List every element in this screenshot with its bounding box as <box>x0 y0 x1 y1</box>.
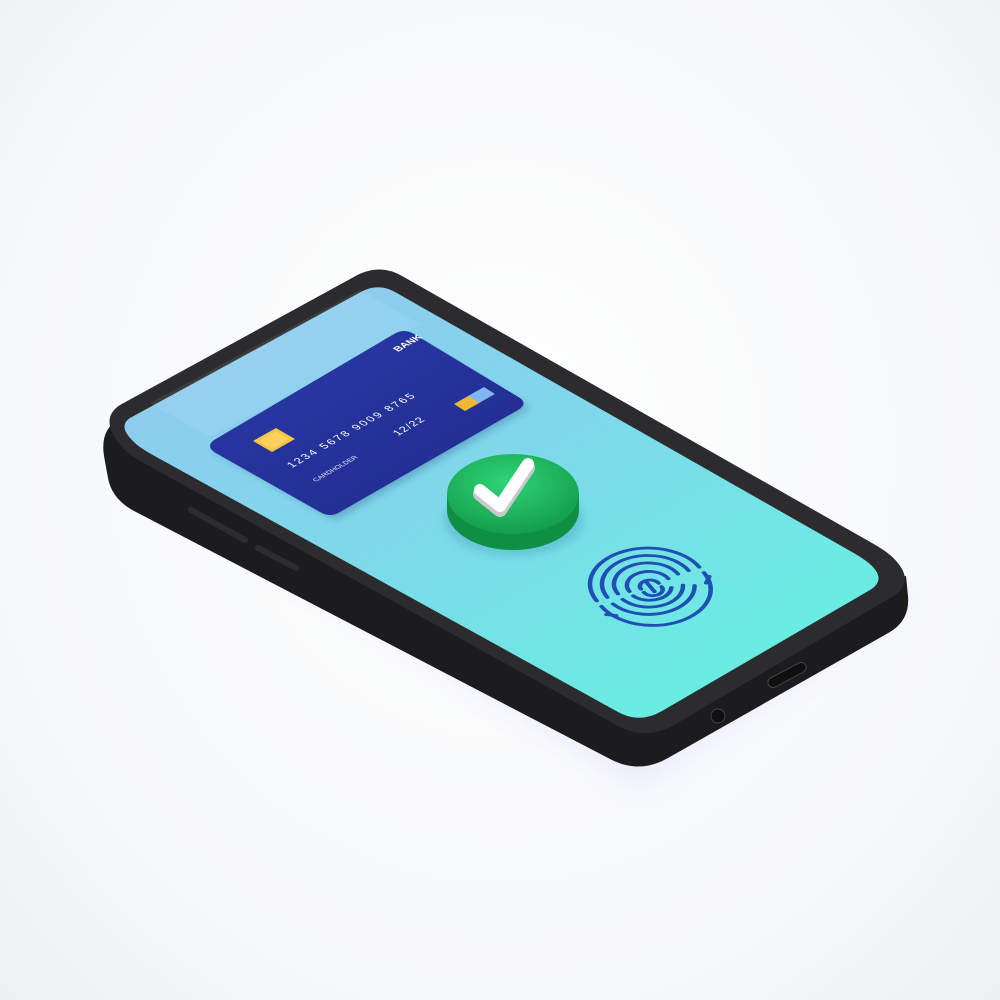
isometric-phone-illustration: BANK 1234 5678 9009 8765 12/22 CARDHOLDE… <box>103 269 915 790</box>
confirm-check-button[interactable] <box>444 454 584 556</box>
illustration-stage: BANK 1234 5678 9009 8765 12/22 CARDHOLDE… <box>0 0 1000 1000</box>
headphone-jack <box>710 708 726 724</box>
